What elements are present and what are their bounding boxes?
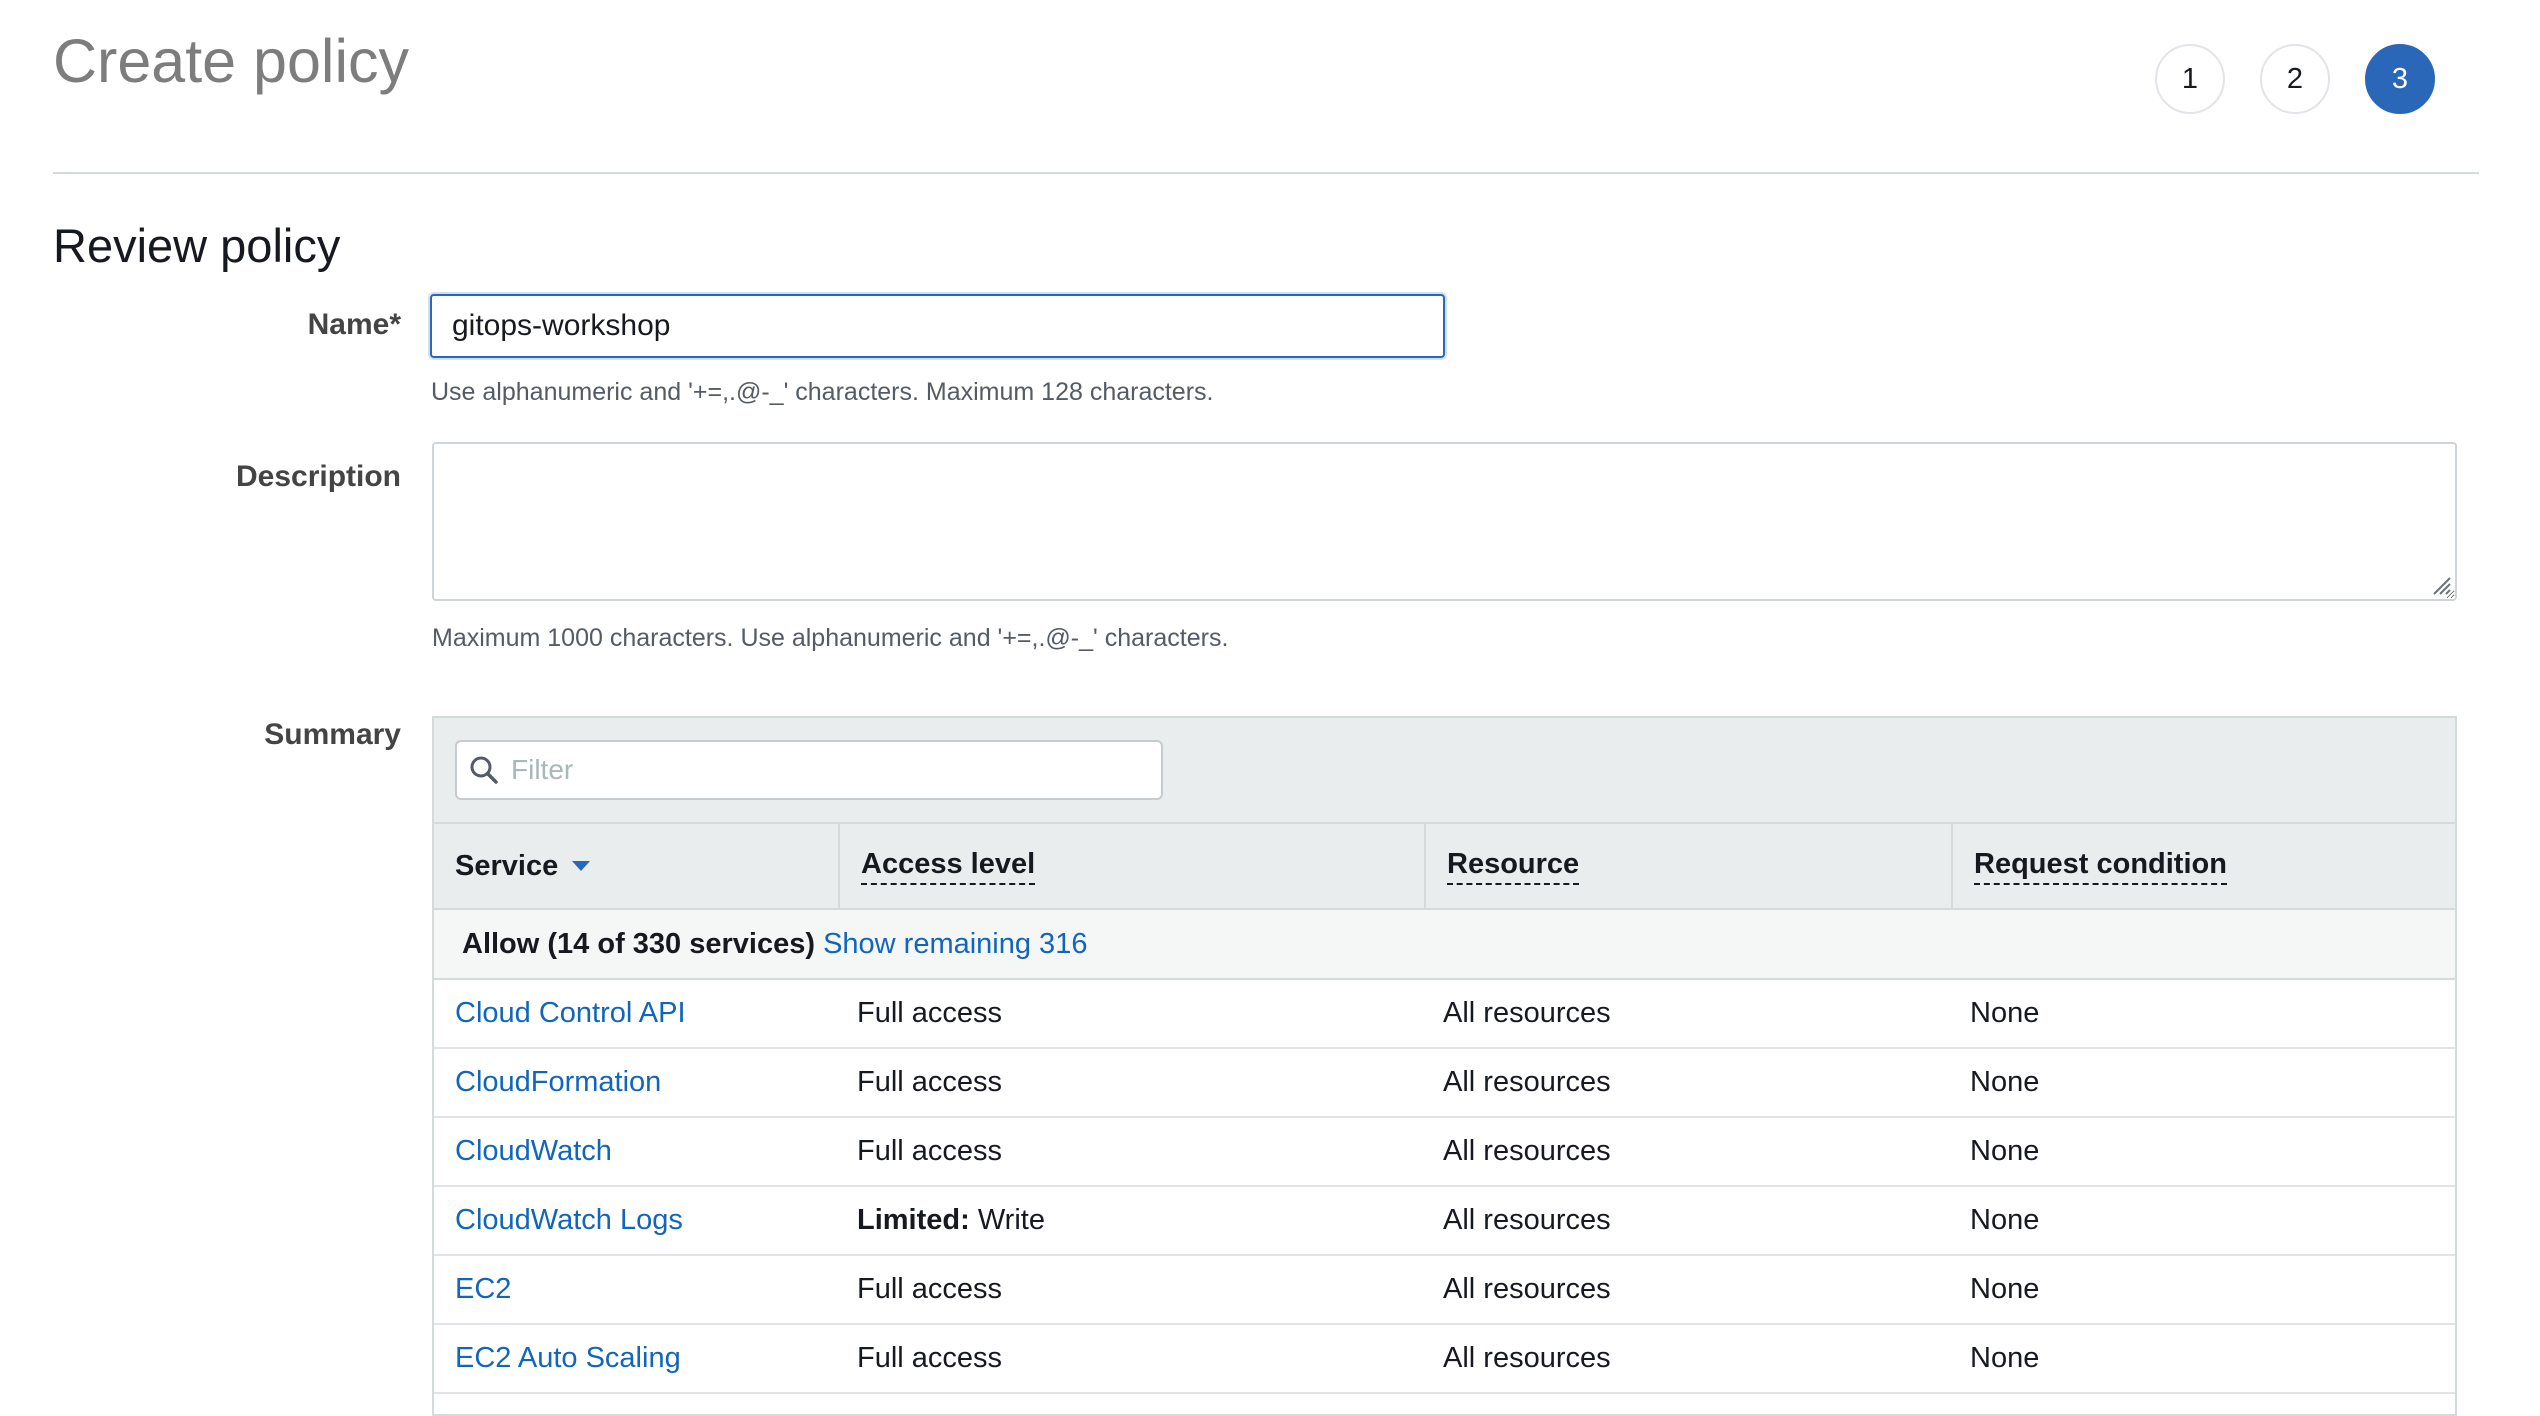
resource-cell: All resources [1443,1273,1611,1305]
table-header: Service Access level Resource Request co… [434,824,2455,910]
show-remaining-link[interactable]: Show remaining 316 [823,928,1087,961]
table-row: EC2 Auto Scaling Full access All resourc… [434,1325,2455,1394]
page-title: Create policy [53,27,409,95]
description-label: Description [235,460,401,493]
condition-cell: None [1970,1342,2040,1374]
access-level: Full access [857,1066,1003,1098]
wizard-steps: 1 2 3 [2155,44,2435,114]
name-hint: Use alphanumeric and '+=,.@-_' character… [431,378,1214,406]
summary-toolbar: Filter [434,718,2455,824]
service-link[interactable]: CloudWatch [455,1135,612,1167]
resource-cell: All resources [1443,997,1611,1029]
section-title: Review policy [53,219,341,272]
header-divider [53,172,2479,174]
column-label-request-condition: Request condition [1974,848,2227,885]
step-1[interactable]: 1 [2155,44,2225,114]
condition-cell: None [1970,1066,2040,1098]
resource-cell: All resources [1443,1342,1611,1374]
condition-cell: None [1970,1204,2040,1236]
create-policy-page: Create policy 1 2 3 Review policy Name* … [0,0,2540,1416]
service-link[interactable]: EC2 Auto Scaling [455,1342,681,1374]
access-level: Write [969,1204,1045,1236]
access-level: Full access [857,1273,1003,1305]
access-prefix: Limited: [857,1204,970,1236]
table-row: EC2 Full access All resources None [434,1256,2455,1325]
step-3-active[interactable]: 3 [2365,44,2435,114]
access-level: Full access [857,1342,1003,1374]
description-hint: Maximum 1000 characters. Use alphanumeri… [432,624,1229,652]
table-row: CloudWatch Logs Limited: Write All resou… [434,1187,2455,1256]
service-link[interactable]: CloudWatch Logs [455,1204,683,1236]
allow-group-row: Allow (14 of 330 services) Show remainin… [434,910,2455,980]
filter-input[interactable]: Filter [455,740,1163,800]
resize-grip-icon[interactable] [2428,572,2452,596]
column-header-request-condition[interactable]: Request condition [1951,824,2455,908]
resource-cell: All resources [1443,1204,1611,1236]
resource-cell: All resources [1443,1066,1611,1098]
column-header-access-level[interactable]: Access level [838,824,1424,908]
step-2[interactable]: 2 [2260,44,2330,114]
table-row: CloudWatch Full access All resources Non… [434,1118,2455,1187]
summary-table: Filter Service Access level Resource Req… [432,716,2457,1416]
condition-cell: None [1970,997,2040,1029]
condition-cell: None [1970,1135,2040,1167]
column-label-resource: Resource [1447,848,1580,885]
access-level: Full access [857,1135,1003,1167]
column-header-service[interactable]: Service [434,824,838,908]
service-link[interactable]: EC2 [455,1273,511,1305]
caret-down-icon [572,861,591,871]
search-icon [470,756,498,784]
summary-label: Summary [264,718,401,751]
description-textarea[interactable] [432,442,2457,601]
service-link[interactable]: Cloud Control API [455,997,686,1029]
resource-cell: All resources [1443,1135,1611,1167]
allow-count-text: Allow (14 of 330 services) [462,927,815,960]
table-row: CloudFormation Full access All resources… [434,1049,2455,1118]
table-row: Cloud Control API Full access All resour… [434,980,2455,1049]
condition-cell: None [1970,1273,2040,1305]
column-label-access-level: Access level [861,848,1036,885]
column-header-resource[interactable]: Resource [1424,824,1951,908]
access-level: Full access [857,997,1003,1029]
name-label: Name* [307,308,401,341]
column-label-service: Service [455,849,559,882]
policy-name-input[interactable] [430,294,1445,358]
service-link[interactable]: CloudFormation [455,1066,661,1098]
filter-placeholder: Filter [511,754,574,785]
